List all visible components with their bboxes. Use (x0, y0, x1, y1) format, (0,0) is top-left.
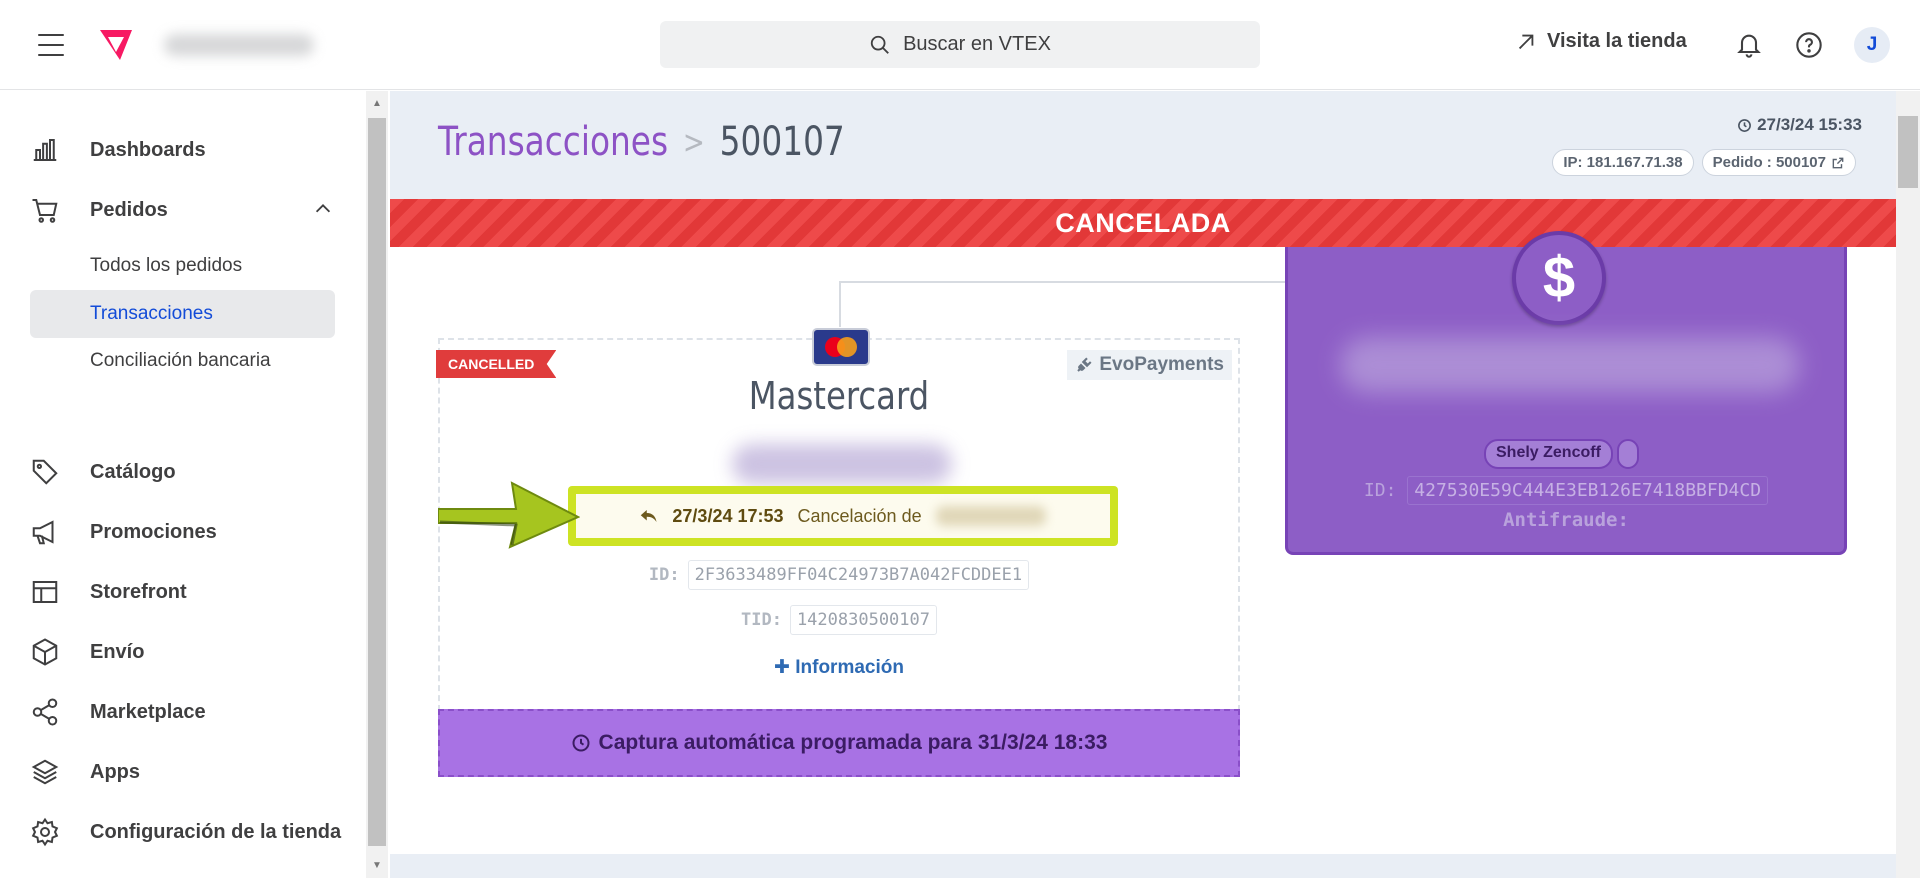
scroll-down-arrow-icon[interactable]: ▼ (372, 860, 382, 871)
cancellation-amount-redacted (935, 506, 1046, 526)
connector-line (839, 281, 1285, 283)
cart-icon (32, 199, 58, 223)
tag-icon (32, 459, 58, 485)
sidebar-item-label: Envío (90, 640, 145, 663)
gear-icon (31, 817, 59, 847)
ip-badge: IP: 181.167.71.38 (1552, 149, 1694, 176)
external-link-icon (1832, 157, 1844, 168)
share-icon (32, 698, 58, 726)
amount-redacted (732, 444, 952, 484)
antifraud-row: Antifraude: (1503, 509, 1629, 531)
clock-icon (1738, 118, 1752, 132)
search-bar[interactable]: Buscar en VTEX (660, 21, 1260, 68)
account-name-redacted (164, 34, 314, 56)
main-scrollbar-thumb[interactable] (1898, 116, 1918, 188)
sidebar-item-apps[interactable]: Apps (30, 757, 140, 787)
menu-icon[interactable] (38, 34, 64, 56)
vtex-logo[interactable] (98, 28, 134, 62)
payment-id: 2F3633489FF04C24973B7A042FCDDEE1 (687, 560, 1030, 590)
sidebar-item-catalogo[interactable]: Catálogo (30, 457, 176, 487)
sidebar-item-dashboards[interactable]: Dashboards (30, 135, 206, 165)
order-card: $ Shely Zencoff ID: 427530E59C444E3EB126… (1285, 231, 1847, 555)
sidebar: Dashboards Pedidos Todos los pedidos Tra… (0, 91, 366, 878)
visit-store-label: Visita la tienda (1547, 30, 1687, 52)
sidebar-subitem-conciliacion[interactable]: Conciliación bancaria (90, 349, 290, 373)
scroll-up-arrow-icon[interactable]: ▲ (372, 98, 382, 109)
help-icon[interactable] (1795, 31, 1823, 59)
more-info-link[interactable]: ✚ Información (440, 656, 1238, 679)
sidebar-item-configuracion[interactable]: Configuración de la tienda (30, 817, 341, 847)
plug-icon (1077, 357, 1092, 372)
layout-icon (32, 581, 58, 603)
main-scrollbar[interactable] (1896, 91, 1920, 878)
transaction-timestamp: 27/3/24 15:33 (1737, 115, 1862, 135)
reply-icon (641, 510, 657, 522)
mastercard-icon (812, 328, 870, 366)
page-header: Transacciones > 500107 27/3/24 15:33 IP:… (390, 91, 1896, 199)
plus-icon: ✚ (774, 657, 790, 678)
client-name-redacted (1340, 337, 1800, 393)
connector-line (839, 281, 841, 327)
chevron-up-icon[interactable] (312, 198, 334, 220)
cancellation-label: Cancelación de (797, 505, 922, 526)
sidebar-item-label: Pedidos (90, 198, 168, 221)
auto-capture-banner: Captura automática programada para 31/3/… (438, 709, 1240, 777)
bell-icon[interactable] (1735, 31, 1763, 59)
megaphone-icon (32, 520, 54, 545)
sidebar-item-storefront[interactable]: Storefront (30, 577, 187, 607)
dollar-icon: $ (1512, 231, 1606, 325)
payment-tid-row: TID: 1420830500107 (440, 605, 1238, 635)
box-icon (32, 638, 58, 666)
sidebar-item-envio[interactable]: Envío (30, 637, 144, 667)
search-placeholder: Buscar en VTEX (903, 33, 1051, 55)
cancellation-time: 27/3/24 17:53 (672, 505, 784, 526)
sidebar-item-label: Storefront (90, 580, 187, 603)
page-title: 500107 (719, 119, 845, 165)
annotation-arrow-icon (438, 481, 580, 549)
top-bar: Buscar en VTEX Visita la tienda J (0, 0, 1920, 90)
clock-icon (572, 734, 590, 752)
sidebar-item-label: Apps (90, 760, 140, 783)
seller-name: Shely Zencoff (1484, 439, 1613, 469)
sidebar-item-label: Configuración de la tienda (90, 820, 342, 843)
sidebar-subitem-transacciones[interactable]: Transacciones (30, 290, 335, 338)
bar-chart-icon (33, 139, 57, 161)
payment-tid: 1420830500107 (789, 605, 937, 635)
visit-store-link[interactable]: Visita la tienda (1515, 30, 1687, 53)
seller-badge: Shely Zencoff (1484, 439, 1639, 469)
sidebar-item-label: Catálogo (90, 460, 176, 483)
cancellation-row: 27/3/24 17:53 Cancelación de (568, 486, 1118, 546)
payment-method-name: Mastercard (748, 374, 930, 418)
sidebar-item-label: Promociones (90, 520, 217, 543)
layers-icon (31, 759, 59, 785)
sidebar-scrollbar-thumb[interactable] (368, 118, 386, 846)
sidebar-item-marketplace[interactable]: Marketplace (30, 697, 206, 727)
breadcrumb-transacciones[interactable]: Transacciones (438, 119, 668, 165)
sidebar-item-label: Dashboards (90, 138, 206, 161)
main-content: Transacciones > 500107 27/3/24 15:33 IP:… (390, 91, 1896, 878)
order-id-row: ID: 427530E59C444E3EB126E7418BBFD4CD (1288, 476, 1844, 505)
sidebar-item-promociones[interactable]: Promociones (30, 517, 217, 547)
order-link[interactable]: Pedido : 500107 (1701, 149, 1856, 176)
breadcrumb-separator: > (682, 123, 705, 161)
sidebar-subitem-todos-pedidos[interactable]: Todos los pedidos (90, 254, 242, 278)
payment-id-row: ID: 2F3633489FF04C24973B7A042FCDDEE1 (440, 560, 1238, 590)
sidebar-item-pedidos[interactable]: Pedidos (30, 195, 168, 225)
seller-extra-badge (1616, 439, 1639, 469)
arrow-up-right-icon (1518, 34, 1534, 49)
meta-pills: IP: 181.167.71.38 Pedido : 500107 (1552, 149, 1856, 176)
sidebar-item-label: Marketplace (90, 700, 206, 723)
user-avatar[interactable]: J (1854, 27, 1890, 63)
breadcrumb: Transacciones > 500107 (438, 119, 845, 165)
order-id: 427530E59C444E3EB126E7418BBFD4CD (1407, 476, 1769, 505)
section-divider (390, 854, 1896, 878)
search-icon (870, 35, 889, 54)
status-banner: CANCELADA (390, 199, 1896, 247)
